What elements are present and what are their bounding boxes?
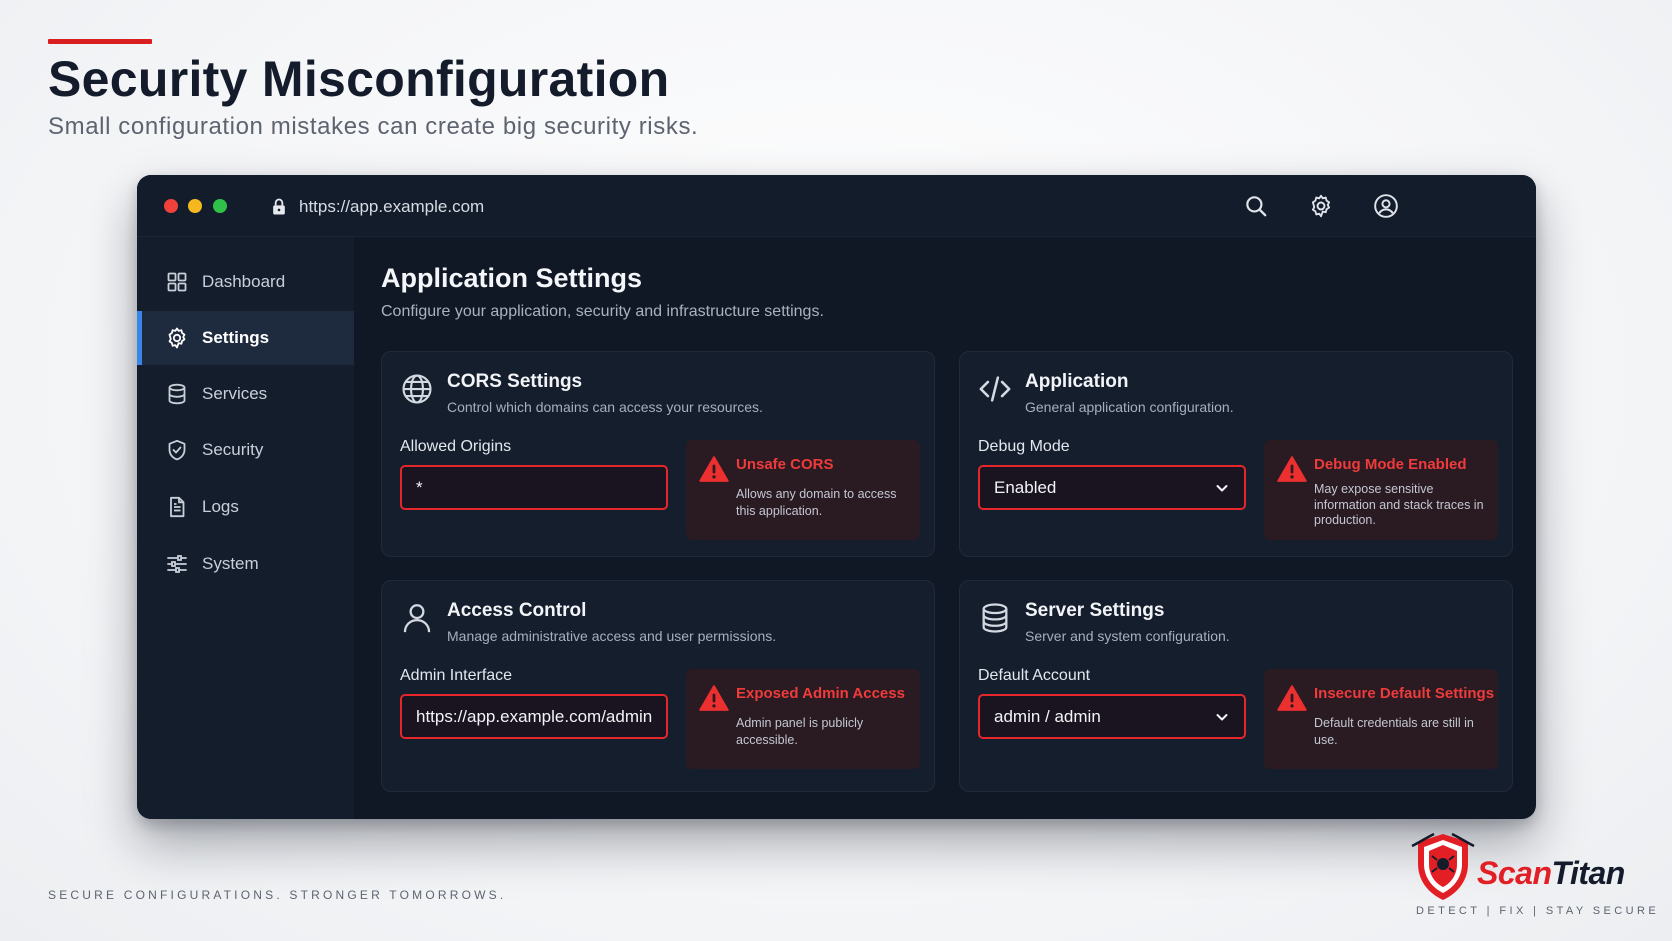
default-account-select[interactable]: admin / admin — [978, 694, 1246, 739]
card-title: CORS Settings — [447, 371, 583, 392]
warning-icon — [1277, 685, 1307, 711]
card-access-control: Access Control Manage administrative acc… — [381, 580, 935, 792]
address-bar-url[interactable]: https://app.example.com — [299, 197, 484, 217]
gear-icon[interactable] — [1308, 193, 1334, 219]
grid-icon — [167, 272, 187, 292]
sidebar-item-label: Services — [202, 384, 268, 403]
field-value: admin / admin — [994, 706, 1101, 726]
sidebar-item-label: System — [202, 554, 259, 573]
card-description: Manage administrative access and user pe… — [447, 628, 777, 644]
sliders-icon — [167, 555, 187, 573]
card-description: General application configuration. — [1025, 399, 1234, 415]
card-application: Application General application configur… — [959, 351, 1513, 557]
card-title: Access Control — [447, 600, 587, 621]
warning-text: Admin panel is publicly accessible. — [736, 716, 864, 747]
maximize-window-button[interactable] — [213, 199, 227, 213]
warning-text: Default credentials are still in use. — [1314, 716, 1474, 747]
field-value: Enabled — [994, 477, 1057, 497]
gear-icon — [168, 327, 186, 349]
warning-callout: Unsafe CORS Allows any domain to access … — [686, 440, 920, 540]
warning-icon — [1277, 456, 1307, 482]
sidebar: Dashboard Settings Services Security Log… — [137, 237, 354, 819]
page-subtitle: Configure your application, security and… — [381, 303, 824, 320]
slide-subtitle: Small configuration mistakes can create … — [48, 113, 699, 140]
code-icon — [979, 376, 1011, 402]
sidebar-item-label: Security — [202, 440, 264, 459]
card-cors-settings: CORS Settings Control which domains can … — [381, 351, 935, 557]
shield-check-icon — [168, 439, 186, 461]
warning-icon — [699, 456, 729, 482]
sidebar-item-logs[interactable]: Logs — [137, 480, 354, 534]
warning-callout: Debug Mode Enabled May expose sensitive … — [1264, 440, 1498, 540]
sidebar-item-dashboard[interactable]: Dashboard — [137, 255, 354, 309]
chevron-down-icon — [1216, 485, 1228, 492]
slide-title: Security Misconfiguration — [48, 51, 670, 107]
brand-tagline: DETECT | FIX | STAY SECURE — [1416, 905, 1660, 917]
field-label: Allowed Origins — [400, 438, 512, 455]
card-description: Server and system configuration. — [1025, 628, 1230, 644]
warning-title: Insecure Default Settings — [1314, 685, 1495, 702]
server-icon — [982, 603, 1008, 633]
warning-title: Unsafe CORS — [736, 456, 834, 473]
warning-title: Debug Mode Enabled — [1314, 456, 1467, 473]
allowed-origins-input[interactable]: * — [400, 465, 668, 510]
sidebar-item-label: Dashboard — [202, 272, 286, 291]
debug-mode-select[interactable]: Enabled — [978, 465, 1246, 510]
minimize-window-button[interactable] — [188, 199, 202, 213]
globe-icon — [402, 374, 432, 404]
database-icon — [168, 383, 186, 405]
footer-tagline: SECURE CONFIGURATIONS. STRONGER TOMORROW… — [48, 888, 507, 902]
sidebar-item-settings[interactable]: Settings — [137, 311, 354, 365]
warning-callout: Exposed Admin Access Admin panel is publ… — [686, 669, 920, 769]
sidebar-item-label: Logs — [202, 497, 239, 516]
document-icon — [170, 496, 185, 518]
field-label: Default Account — [978, 667, 1091, 684]
field-label: Debug Mode — [978, 438, 1070, 455]
lock-icon — [273, 198, 285, 215]
title-accent-line — [48, 39, 152, 44]
close-window-button[interactable] — [164, 199, 178, 213]
warning-title: Exposed Admin Access — [736, 685, 905, 702]
warning-text: Allows any domain to access this applica… — [736, 487, 897, 518]
admin-interface-input[interactable]: https://app.example.com/admin — [400, 694, 668, 739]
app-window: https://app.example.com Dashboard Settin… — [137, 175, 1536, 819]
card-title: Server Settings — [1025, 600, 1165, 621]
field-label: Admin Interface — [400, 667, 513, 684]
user-circle-icon[interactable] — [1373, 193, 1399, 219]
field-value: https://app.example.com/admin — [416, 706, 653, 726]
user-icon — [403, 604, 431, 633]
warning-icon — [699, 685, 729, 711]
sidebar-item-services[interactable]: Services — [137, 367, 354, 421]
warning-callout: Insecure Default Settings Default creden… — [1264, 669, 1498, 769]
card-server-settings: Server Settings Server and system config… — [959, 580, 1513, 792]
card-description: Control which domains can access your re… — [447, 399, 763, 415]
brand-name: ScanTitan — [1477, 855, 1625, 891]
sidebar-item-system[interactable]: System — [137, 537, 354, 591]
browser-titlebar: https://app.example.com — [137, 175, 1536, 237]
sidebar-item-security[interactable]: Security — [137, 423, 354, 477]
card-title: Application — [1025, 371, 1129, 392]
sidebar-item-label: Settings — [202, 328, 270, 347]
chevron-down-icon — [1216, 714, 1228, 721]
warning-text: May expose sensitive information and sta… — [1314, 482, 1484, 527]
page-title: Application Settings — [381, 263, 643, 293]
search-icon[interactable] — [1243, 193, 1269, 219]
field-value: * — [416, 477, 423, 497]
